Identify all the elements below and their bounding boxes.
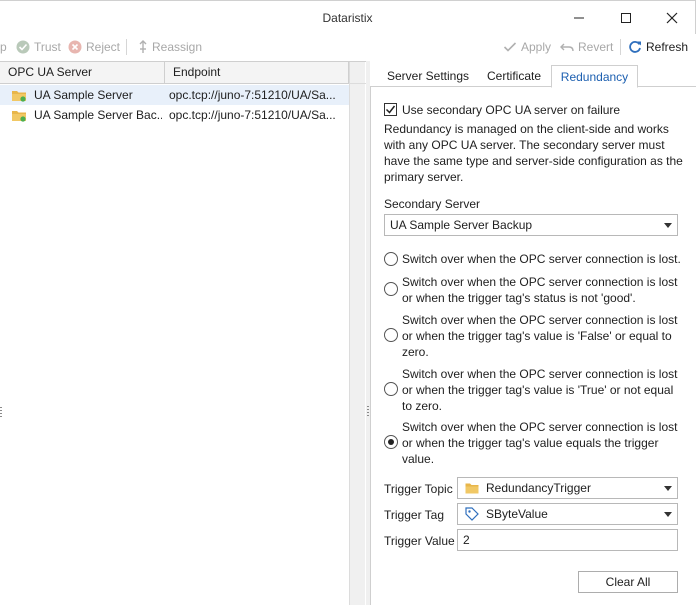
secondary-server-value: UA Sample Server Backup — [390, 218, 533, 232]
toolbar: p Trust Reject Reassign Apply Revert Ref… — [0, 34, 696, 60]
reject-icon — [68, 40, 82, 54]
server-name-cell: UA Sample Server Bac... — [34, 108, 162, 122]
apply-button[interactable]: Apply — [503, 37, 551, 57]
toolbar-separator — [620, 39, 621, 55]
reassign-label: Reassign — [152, 40, 203, 54]
tab-server-settings[interactable]: Server Settings — [378, 65, 478, 87]
trigger-tag-dropdown[interactable]: SByteValue — [457, 503, 678, 525]
server-folder-icon — [12, 111, 26, 122]
toolbar-partial-label: p — [0, 40, 7, 54]
trigger-value-text: 2 — [463, 533, 470, 547]
splitter-grip-icon[interactable] — [367, 406, 369, 418]
scroll-up-button[interactable] — [350, 62, 366, 84]
server-grid: OPC UA Server Endpoint UA Sample Server … — [0, 61, 366, 605]
trigger-value-input[interactable]: 2 — [457, 529, 678, 551]
server-name-cell: UA Sample Server — [34, 88, 133, 102]
maximize-button[interactable] — [603, 5, 649, 31]
radio-option-5[interactable] — [384, 435, 398, 449]
apply-label: Apply — [521, 40, 552, 54]
refresh-button[interactable]: Refresh — [628, 37, 688, 57]
folder-icon — [465, 483, 479, 494]
radio-option-5-label[interactable]: Switch over when the OPC server connecti… — [402, 419, 682, 467]
trigger-tag-label: Trigger Tag — [384, 508, 445, 522]
toolbar-separator — [126, 39, 127, 55]
table-row[interactable]: UA Sample Server opc.tcp://juno-7:51210/… — [0, 85, 349, 105]
chevron-down-icon — [664, 223, 672, 228]
trigger-topic-label: Trigger Topic — [384, 482, 453, 496]
close-button[interactable] — [649, 5, 695, 31]
trigger-topic-dropdown[interactable]: RedundancyTrigger — [457, 477, 678, 499]
radio-option-3[interactable] — [384, 328, 398, 342]
redundancy-description: Redundancy is managed on the client-side… — [384, 122, 683, 184]
revert-label: Revert — [578, 40, 614, 54]
settings-panel: Server Settings Certificate Redundancy U… — [370, 61, 696, 605]
tab-certificate[interactable]: Certificate — [478, 65, 550, 87]
trigger-tag-value: SByteValue — [486, 507, 548, 521]
radio-option-4[interactable] — [384, 382, 398, 396]
maximize-icon — [621, 13, 631, 23]
title-bar: Dataristix — [0, 0, 696, 34]
minimize-icon — [574, 17, 584, 19]
server-folder-icon — [12, 91, 26, 102]
revert-button[interactable]: Revert — [560, 37, 613, 57]
column-header-endpoint[interactable]: Endpoint — [165, 62, 349, 83]
undo-icon — [560, 43, 574, 52]
table-row[interactable]: UA Sample Server Bac... opc.tcp://juno-7… — [0, 105, 349, 125]
trust-button[interactable]: Trust — [16, 37, 61, 57]
radio-option-2[interactable] — [384, 282, 398, 296]
settings-tabs: Server Settings Certificate Redundancy — [370, 61, 696, 88]
radio-option-4-label[interactable]: Switch over when the OPC server connecti… — [402, 366, 682, 414]
radio-option-2-label[interactable]: Switch over when the OPC server connecti… — [402, 274, 682, 306]
radio-option-3-label[interactable]: Switch over when the OPC server connecti… — [402, 312, 682, 360]
chevron-down-icon — [664, 512, 672, 517]
reassign-icon — [139, 40, 147, 53]
reassign-button[interactable]: Reassign — [138, 37, 202, 57]
chevron-down-icon — [664, 486, 672, 491]
tag-icon — [465, 507, 479, 521]
endpoint-cell: opc.tcp://juno-7:51210/UA/Sa... — [169, 88, 336, 102]
endpoint-cell: opc.tcp://juno-7:51210/UA/Sa... — [169, 108, 336, 122]
clear-all-button[interactable]: Clear All — [578, 571, 678, 593]
reject-label: Reject — [86, 40, 121, 54]
trigger-value-label: Trigger Value — [384, 534, 455, 548]
column-header-server[interactable]: OPC UA Server — [0, 62, 165, 83]
check-circle-icon — [16, 40, 30, 54]
secondary-server-label: Secondary Server — [384, 197, 481, 211]
close-icon — [666, 12, 678, 24]
checkbox-check-icon — [385, 105, 396, 114]
secondary-server-dropdown[interactable]: UA Sample Server Backup — [384, 214, 678, 236]
vertical-scrollbar[interactable] — [349, 62, 366, 605]
refresh-label: Refresh — [646, 40, 689, 54]
checkmark-icon — [503, 42, 517, 52]
radio-option-1-label[interactable]: Switch over when the OPC server connecti… — [402, 251, 682, 267]
redundancy-content: Use secondary OPC UA server on failure R… — [370, 87, 696, 605]
use-secondary-label[interactable]: Use secondary OPC UA server on failure — [402, 102, 682, 118]
grid-header: OPC UA Server Endpoint — [0, 62, 349, 84]
refresh-icon — [629, 41, 641, 53]
left-grip-handle[interactable] — [0, 407, 2, 419]
trust-label: Trust — [34, 40, 61, 54]
minimize-button[interactable] — [556, 5, 602, 31]
tab-redundancy[interactable]: Redundancy — [551, 65, 638, 88]
trigger-topic-value: RedundancyTrigger — [486, 481, 591, 495]
reject-button[interactable]: Reject — [68, 37, 120, 57]
radio-option-1[interactable] — [384, 252, 398, 266]
toolbar-partial-button[interactable]: p — [0, 37, 7, 57]
use-secondary-checkbox[interactable] — [384, 103, 397, 116]
